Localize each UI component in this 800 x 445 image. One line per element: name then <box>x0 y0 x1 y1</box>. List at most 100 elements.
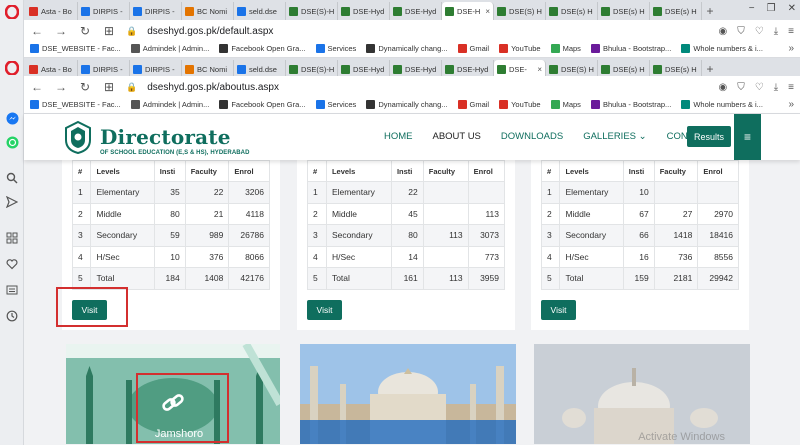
bookmark-item[interactable]: YouTube <box>499 44 541 53</box>
bookmark-item[interactable]: Whole numbers & i... <box>681 100 763 109</box>
bookmark-item[interactable]: DSE_WEBSITE - Fac... <box>30 100 121 109</box>
bookmark-item[interactable]: Admindek | Admin... <box>130 44 209 53</box>
bookmark-item[interactable]: Bhulua - Bootstrap... <box>590 100 671 109</box>
search-icon[interactable] <box>4 170 20 186</box>
bookmark-item[interactable]: Facebook Open Gra... <box>219 44 306 53</box>
reload-icon[interactable]: ↻ <box>78 24 92 38</box>
browser-tab[interactable]: DSE(S) H <box>494 2 546 20</box>
table-cell: H/Sec <box>90 245 155 268</box>
bookmark-item[interactable]: Whole numbers & i... <box>681 44 763 53</box>
tab-favicon-icon <box>549 6 558 16</box>
back-icon[interactable]: ← <box>30 80 44 94</box>
bookmark-item[interactable]: Dynamically chang... <box>366 44 448 53</box>
settings-icon[interactable]: ≡ <box>788 26 794 37</box>
bookmark-item[interactable]: DSE_WEBSITE - Fac... <box>30 44 121 53</box>
close-window-icon[interactable]: ✕ <box>788 3 796 14</box>
bookmark-item[interactable]: Maps <box>550 44 581 53</box>
history-icon[interactable] <box>4 308 20 324</box>
minimize-icon[interactable]: − <box>749 3 755 14</box>
visit-button[interactable]: Visit <box>541 300 576 320</box>
camera-icon[interactable]: ◉ <box>719 82 728 93</box>
bookmark-item[interactable]: Gmail <box>457 44 489 53</box>
hamburger-menu-icon[interactable]: ≡ <box>734 114 761 160</box>
bookmark-item[interactable]: Maps <box>550 100 581 109</box>
browser-tab[interactable]: DSE(s) H <box>598 2 650 20</box>
maximize-icon[interactable]: ❐ <box>767 3 776 14</box>
opera-logo-icon[interactable] <box>4 60 20 76</box>
shield-icon[interactable]: ⛉ <box>737 26 745 37</box>
download-icon[interactable]: ⤓ <box>774 82 778 93</box>
browser-tab[interactable]: DIRPIS - <box>78 2 130 20</box>
messenger-icon[interactable] <box>4 110 20 126</box>
card-caption: Jamshoro <box>154 428 204 440</box>
logo-title[interactable]: Directorate <box>100 125 231 149</box>
bookmark-item[interactable]: YouTube <box>499 100 541 109</box>
camera-icon[interactable]: ◉ <box>719 26 728 37</box>
bookmark-label: Dynamically chang... <box>378 100 448 109</box>
nav-link[interactable]: DOWNLOADS <box>501 131 563 142</box>
tab-label: DSE-Hyd <box>353 64 385 74</box>
whatsapp-icon[interactable] <box>4 134 20 150</box>
send-icon[interactable] <box>4 194 20 210</box>
bookmark-favicon-icon <box>590 44 600 53</box>
browser-tab[interactable]: DSE-H × <box>442 2 494 20</box>
heart-icon[interactable]: ♡ <box>755 82 764 93</box>
dome-photo-card[interactable] <box>534 344 750 444</box>
column-header: Levels <box>559 160 624 182</box>
link-icon[interactable] <box>158 390 188 416</box>
forward-icon[interactable]: → <box>54 24 68 38</box>
browser-tab[interactable]: DSE(s) H <box>650 2 702 20</box>
shield-icon[interactable]: ⛉ <box>737 82 745 93</box>
bookmark-label: Dynamically chang... <box>378 44 448 53</box>
new-tab-icon[interactable]: + <box>702 2 718 20</box>
heart-icon[interactable]: ♡ <box>755 26 764 37</box>
browser-tab[interactable]: BC Nomi <box>182 2 234 20</box>
column-header: Insti <box>622 160 655 182</box>
settings-icon[interactable]: ≡ <box>788 82 794 93</box>
tab-close-icon[interactable]: × <box>485 7 490 16</box>
browser-tab[interactable]: DSE(S)-H <box>286 2 338 20</box>
browser-tab[interactable]: DSE-Hyd <box>338 2 390 20</box>
heart-icon[interactable] <box>4 256 20 272</box>
bookmarks-overflow-icon[interactable]: » <box>788 43 794 54</box>
results-button[interactable]: Results <box>687 126 731 147</box>
reload-icon[interactable]: ↻ <box>78 80 92 94</box>
browser-tab[interactable]: Asta - Bo <box>26 2 78 20</box>
back-icon[interactable]: ← <box>30 24 44 38</box>
bookmark-favicon-icon <box>550 44 560 53</box>
bookmark-item[interactable]: Bhulua - Bootstrap... <box>590 44 671 53</box>
visit-button[interactable]: Visit <box>307 300 342 320</box>
bookmark-item[interactable]: Admindek | Admin... <box>130 100 209 109</box>
table-cell: 27 <box>653 202 699 225</box>
speed-dial-icon[interactable] <box>4 230 20 246</box>
nav-link[interactable]: HOME <box>384 131 413 142</box>
browser-tab[interactable]: DIRPIS - <box>130 2 182 20</box>
nav-link[interactable]: GALLERIES ⌄ <box>583 131 646 142</box>
bookmark-item[interactable]: Services <box>315 100 356 109</box>
table-cell: 4 <box>307 245 327 268</box>
bookmark-item[interactable]: Dynamically chang... <box>366 100 448 109</box>
bookmark-item[interactable]: Services <box>315 44 356 53</box>
opera-logo-icon[interactable] <box>4 4 20 20</box>
forward-icon[interactable]: → <box>54 80 68 94</box>
bookmark-item[interactable]: Facebook Open Gra... <box>219 100 306 109</box>
tab-grid-icon[interactable]: ⊞ <box>102 24 116 38</box>
shrine-photo-card[interactable] <box>300 344 516 444</box>
table-cell: 3206 <box>228 181 270 204</box>
address-bar: ← → ↻ ⊞ 🔒 dseshyd.gos.pk/aboutus.aspx ◉ … <box>24 76 800 98</box>
tab-grid-icon[interactable]: ⊞ <box>102 80 116 94</box>
bookmark-item[interactable]: Gmail <box>457 100 489 109</box>
url-field[interactable]: dseshyd.gos.pk/aboutus.aspx <box>147 82 708 93</box>
bookmarks-overflow-icon[interactable]: » <box>788 99 794 110</box>
browser-tab[interactable]: DSE-Hyd <box>390 2 442 20</box>
nav-link[interactable]: ABOUT US <box>433 131 481 142</box>
browser-tab[interactable]: seld.dse <box>234 2 286 20</box>
news-icon[interactable] <box>4 282 20 298</box>
emblem-logo-icon[interactable] <box>62 120 94 154</box>
browser-tab[interactable]: DSE(s) H <box>546 2 598 20</box>
tab-close-icon[interactable]: × <box>537 65 542 74</box>
url-field[interactable]: dseshyd.gos.pk/default.aspx <box>147 26 708 37</box>
download-icon[interactable]: ⤓ <box>774 26 778 37</box>
district-card-jamshoro[interactable]: Jamshoro <box>66 344 280 444</box>
table-cell: 3 <box>540 224 561 247</box>
